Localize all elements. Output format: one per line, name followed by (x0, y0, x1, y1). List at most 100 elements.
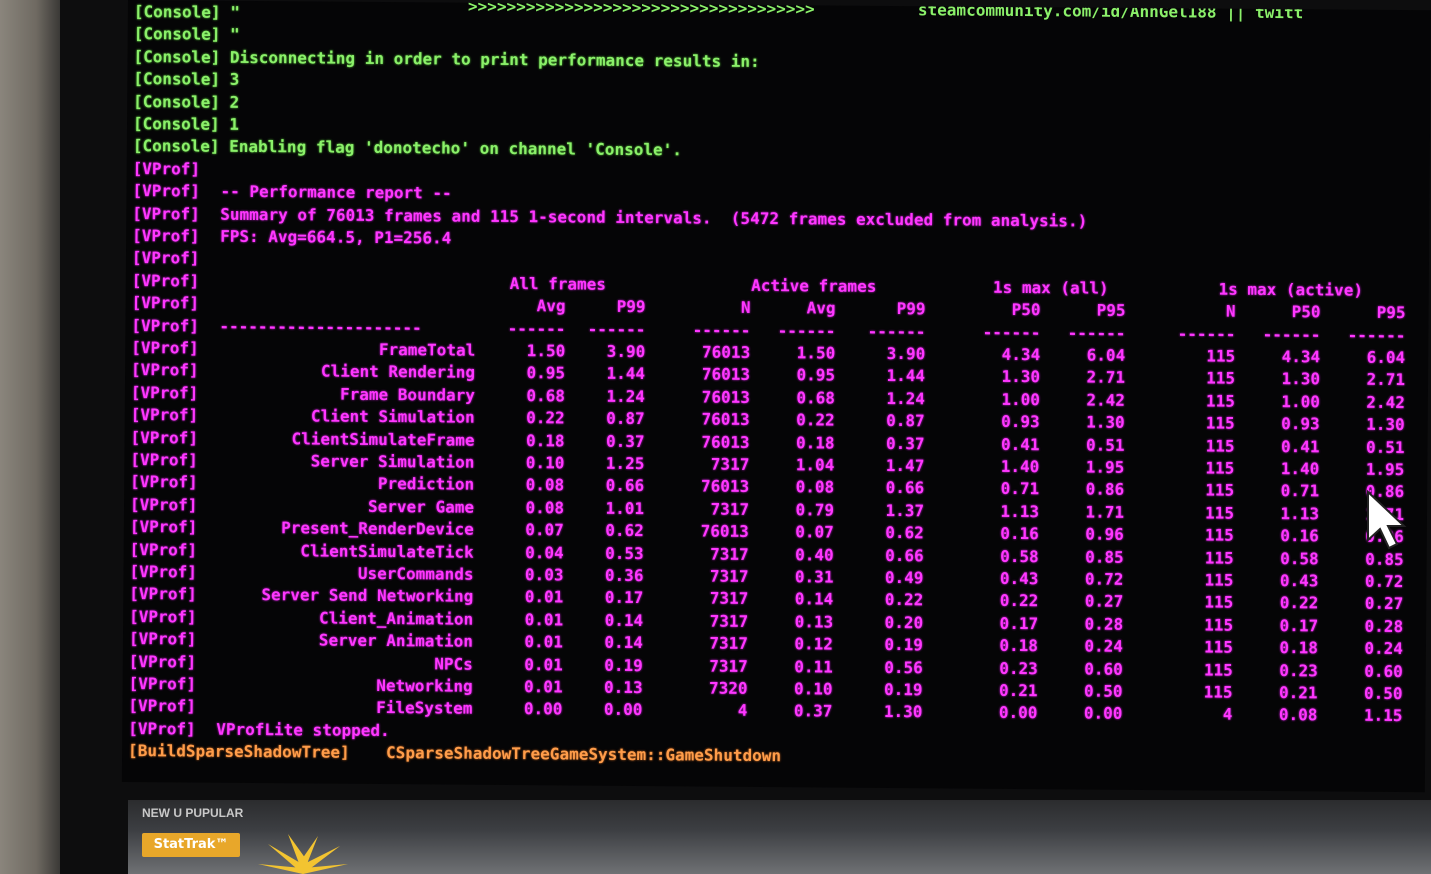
column-header: P95 (1376, 303, 1406, 323)
vprof-prefix: [VProf] (131, 293, 200, 313)
row-label: Networking (376, 675, 473, 696)
table-cell: 1.30 (883, 702, 923, 722)
table-cell: 76013 (701, 364, 751, 385)
table-cell: 1.40 (1280, 459, 1320, 479)
table-cell: 7317 (710, 454, 750, 474)
table-cell: 4 (737, 701, 748, 721)
table-cell: 0.22 (526, 408, 565, 428)
wall-background (0, 0, 60, 874)
table-cell: 0.27 (1364, 594, 1404, 614)
table-cell: 0.50 (1083, 681, 1123, 701)
table-cell: 115 (1205, 503, 1235, 523)
table-cell: 1.95 (1365, 459, 1405, 480)
table-cell: 0.62 (885, 523, 924, 543)
column-header: P99 (616, 297, 646, 317)
table-cell: 115 (1204, 570, 1234, 590)
table-cell: 0.41 (1280, 436, 1320, 456)
group-header-all-frames: All frames (509, 273, 607, 294)
table-cell: 4 (1222, 705, 1233, 725)
table-cell: 0.68 (796, 388, 835, 408)
table-cell: 0.10 (794, 679, 833, 699)
table-cell: 0.18 (1279, 638, 1319, 658)
table-cell: 6.04 (1366, 347, 1406, 368)
column-header: P50 (1291, 302, 1321, 322)
table-cell: 0.66 (605, 476, 645, 496)
table-cell: 115 (1205, 458, 1235, 478)
table-cell: 2.42 (1366, 392, 1405, 412)
table-cell: 7317 (709, 611, 749, 631)
column-header: N (1225, 301, 1236, 321)
group-header-max-all: 1s max (all) (992, 277, 1109, 298)
group-header-active-frames: Active frames (751, 275, 877, 296)
table-cell: 7317 (710, 499, 750, 519)
row-label: Client Simulation (310, 406, 475, 427)
table-cell: 0.95 (796, 365, 836, 385)
table-cell: 0.14 (604, 632, 644, 653)
column-header: P99 (896, 299, 926, 319)
table-cell: 0.24 (1084, 636, 1124, 657)
table-cell: 0.22 (1279, 593, 1319, 613)
table-cell: 1.71 (1085, 502, 1125, 522)
separator-col: ------ (982, 322, 1041, 342)
table-cell: 0.28 (1084, 614, 1124, 634)
table-cell: 2.71 (1366, 370, 1406, 390)
table-cell: 0.03 (524, 565, 564, 585)
table-cell: 1.50 (796, 343, 836, 363)
table-cell: 0.62 (605, 520, 644, 541)
table-cell: 7317 (709, 566, 749, 586)
row-label: Server Animation (318, 630, 474, 651)
table-cell: 0.71 (1000, 479, 1040, 499)
table-cell: 0.04 (525, 542, 564, 563)
table-cell: 0.24 (1364, 638, 1404, 659)
row-label: Server Game (367, 496, 475, 517)
vprof-prefix: [VProf] (131, 315, 199, 336)
table-cell: 2.71 (1086, 367, 1126, 388)
table-cell: 0.95 (526, 363, 566, 383)
console-screen[interactable]: >>>>>>>>>>>>>>>>>>>>>>>>>>>>>>>>>>>> ste… (121, 0, 1431, 793)
row-label: FrameTotal (378, 339, 476, 360)
table-cell: 0.01 (524, 654, 563, 675)
table-cell: 4.34 (1281, 347, 1321, 367)
vprof-prefix: [VProf] (129, 606, 197, 627)
table-cell: 0.87 (606, 408, 645, 429)
table-cell: 0.22 (796, 410, 835, 430)
table-cell: 1.37 (885, 500, 925, 521)
row-label: Client_Animation (318, 608, 474, 629)
table-cell: 0.01 (524, 609, 564, 630)
table-cell: 115 (1205, 391, 1235, 411)
table-cell: 115 (1205, 480, 1235, 501)
table-cell: 0.17 (999, 613, 1039, 633)
build-message: CSparseShadowTreeGameSystem::GameShutdow… (386, 743, 782, 766)
vprof-stopped: VProfLite stopped. (216, 719, 390, 740)
table-cell: 0.08 (1278, 705, 1318, 725)
vprof-prefix: [VProf] (130, 405, 199, 425)
table-cell: 0.21 (1278, 683, 1318, 703)
table-cell: 0.13 (604, 677, 643, 698)
console-line: [Console] 1 (132, 114, 240, 134)
table-cell: 0.20 (884, 612, 924, 633)
vprof-prefix: [VProf] (128, 674, 197, 694)
table-cell: 0.18 (795, 432, 835, 453)
table-cell: 1.40 (1000, 456, 1040, 477)
table-cell: 0.49 (884, 567, 924, 588)
table-cell: 0.22 (999, 591, 1039, 611)
table-cell: 0.58 (1280, 548, 1319, 568)
separator-col: ------ (1347, 325, 1406, 345)
row-label: NPCs (434, 654, 473, 674)
table-cell: 0.53 (605, 543, 644, 563)
table-cell: 7320 (709, 678, 748, 698)
table-cell: 1.30 (1001, 367, 1041, 387)
table-cell: 0.00 (603, 700, 643, 720)
separator-col: ------ (1177, 323, 1236, 344)
table-cell: 76013 (702, 342, 751, 362)
column-header: P50 (1011, 300, 1041, 320)
table-cell: 1.50 (526, 341, 566, 361)
table-cell: 0.37 (793, 701, 833, 721)
vprof-prefix: [VProf] (130, 450, 198, 470)
table-cell: 7317 (709, 588, 749, 609)
table-cell: 1.95 (1085, 457, 1125, 477)
vprof-prefix: [VProf] (129, 562, 198, 582)
table-cell: 0.28 (1364, 616, 1404, 636)
table-cell: 0.16 (1000, 524, 1039, 544)
table-cell: 0.00 (1083, 703, 1123, 724)
